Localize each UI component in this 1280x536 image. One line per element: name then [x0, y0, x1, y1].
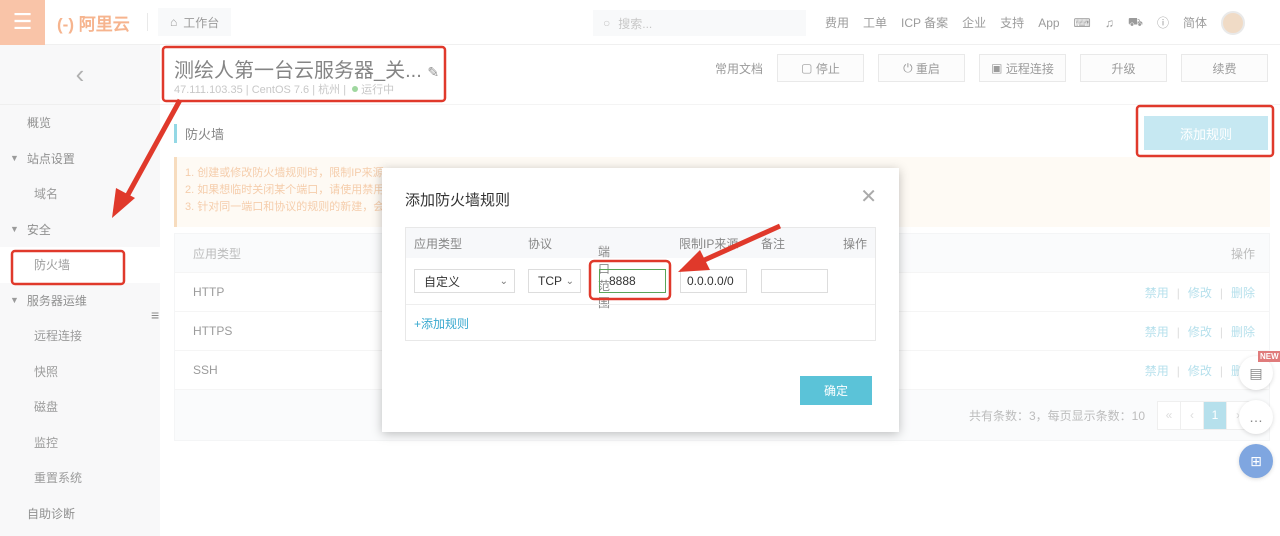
new-badge: NEW	[1258, 351, 1280, 362]
close-icon[interactable]: ✕	[860, 184, 877, 209]
ip-source-input[interactable]: 0.0.0.0/0	[680, 269, 747, 293]
protocol-value: TCP	[538, 274, 562, 288]
col-actions: 操作	[842, 236, 867, 251]
col-ip-source: 限制IP来源	[679, 236, 739, 251]
confirm-button[interactable]: 确定	[800, 376, 872, 405]
add-rule-link[interactable]: +添加规则	[414, 315, 469, 332]
rule-table: 应用类型 协议 端口范围 ? 限制IP来源 备注 操作 自定义 ⌄ TCP ⌄ 88…	[405, 227, 876, 341]
help-icon[interactable]: ?	[598, 243, 605, 257]
chat-icon[interactable]: …	[1239, 400, 1273, 434]
rule-table-header: 应用类型 协议 端口范围 ? 限制IP来源 备注 操作	[406, 228, 875, 310]
dialog-title: 添加防火墙规则	[405, 192, 511, 209]
port-range-input[interactable]: 8888	[599, 269, 666, 293]
app-type-value: 自定义	[424, 274, 461, 289]
col-protocol: 协议	[528, 236, 553, 251]
app-type-select[interactable]: 自定义 ⌄	[414, 269, 515, 293]
sidebar-collapse-icon[interactable]: ≡	[151, 307, 159, 323]
col-note: 备注	[761, 236, 786, 251]
protocol-select[interactable]: TCP ⌄	[528, 269, 581, 293]
chevron-down-icon: ⌄	[565, 275, 574, 287]
add-firewall-rule-dialog: 添加防火墙规则 ✕ 应用类型 协议 端口范围 ? 限制IP来源 备注 操作 自定…	[382, 168, 899, 432]
col-app-type: 应用类型	[414, 236, 463, 251]
rule-row: 自定义 ⌄ TCP ⌄ 8888 0.0.0.0/0	[406, 258, 875, 305]
note-input[interactable]	[761, 269, 828, 293]
chevron-down-icon: ⌄	[499, 275, 508, 287]
apps-icon[interactable]: ⊞	[1239, 444, 1273, 478]
